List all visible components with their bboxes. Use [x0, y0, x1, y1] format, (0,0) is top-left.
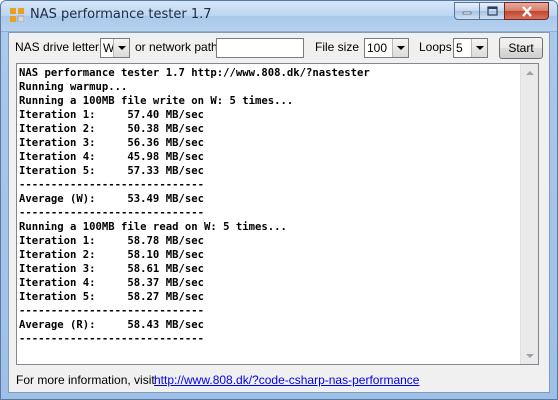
loops-select[interactable]: 5: [453, 38, 488, 58]
file-size-value: 100: [367, 41, 388, 55]
output-line: Running warmup...: [19, 81, 128, 93]
title-bar[interactable]: NAS performance tester 1.7: [1, 1, 557, 32]
output-line: -----------------------------: [19, 333, 204, 345]
app-icon: [10, 8, 24, 22]
output-line: Iteration 5: 57.33 MB/sec: [19, 165, 204, 177]
output-line: NAS performance tester 1.7 http://www.80…: [19, 67, 370, 79]
drive-letter-select[interactable]: W: [100, 38, 130, 58]
output-text: NAS performance tester 1.7 http://www.80…: [19, 66, 370, 346]
chevron-down-icon: [113, 39, 129, 57]
vertical-scrollbar[interactable]: [520, 64, 538, 364]
output-line: Iteration 2: 58.10 MB/sec: [19, 249, 204, 261]
output-line: Iteration 5: 58.27 MB/sec: [19, 291, 204, 303]
loops-value: 5: [456, 41, 463, 55]
file-size-label: File size: [315, 40, 360, 54]
output-line: Iteration 4: 45.98 MB/sec: [19, 151, 204, 163]
output-log[interactable]: NAS performance tester 1.7 http://www.80…: [16, 63, 539, 365]
output-line: -----------------------------: [19, 305, 204, 317]
output-line: Average (R): 58.43 MB/sec: [19, 319, 204, 331]
output-line: Running a 100MB file write on W: 5 times…: [19, 95, 294, 107]
minimize-button[interactable]: [454, 2, 480, 20]
app-window: NAS performance tester 1.7 NAS drive let…: [0, 0, 558, 400]
chevron-down-icon: [392, 39, 408, 57]
output-line: -----------------------------: [19, 179, 204, 191]
output-line: Iteration 1: 57.40 MB/sec: [19, 109, 204, 121]
window-title: NAS performance tester 1.7: [30, 7, 212, 22]
maximize-icon: [486, 6, 498, 16]
loops-label: Loops: [419, 40, 452, 54]
close-button[interactable]: [504, 2, 549, 20]
scroll-down-icon[interactable]: [521, 347, 538, 364]
file-size-select[interactable]: 100: [364, 38, 409, 58]
maximize-button[interactable]: [479, 2, 505, 20]
drive-letter-label: NAS drive letter: [15, 40, 100, 54]
info-link[interactable]: http://www.808.dk/?code-csharp-nas-perfo…: [154, 373, 419, 387]
output-line: Running a 100MB file read on W: 5 times.…: [19, 221, 287, 233]
output-line: Iteration 2: 50.38 MB/sec: [19, 123, 204, 135]
chevron-down-icon: [471, 39, 487, 57]
output-line: Iteration 3: 58.61 MB/sec: [19, 263, 204, 275]
scroll-up-icon[interactable]: [521, 64, 538, 81]
network-path-label: or network path: [135, 40, 218, 54]
main-panel: NAS drive letter W or network path File …: [8, 32, 550, 393]
output-line: Iteration 3: 56.36 MB/sec: [19, 137, 204, 149]
network-path-input[interactable]: [216, 38, 304, 58]
output-line: Iteration 1: 58.78 MB/sec: [19, 235, 204, 247]
output-line: Average (W): 53.49 MB/sec: [19, 193, 204, 205]
output-line: -----------------------------: [19, 207, 204, 219]
info-label: For more information, visit: [16, 373, 155, 387]
minimize-icon: [462, 11, 472, 15]
start-button[interactable]: Start: [499, 37, 543, 59]
close-icon: [521, 5, 532, 17]
output-line: Iteration 4: 58.37 MB/sec: [19, 277, 204, 289]
